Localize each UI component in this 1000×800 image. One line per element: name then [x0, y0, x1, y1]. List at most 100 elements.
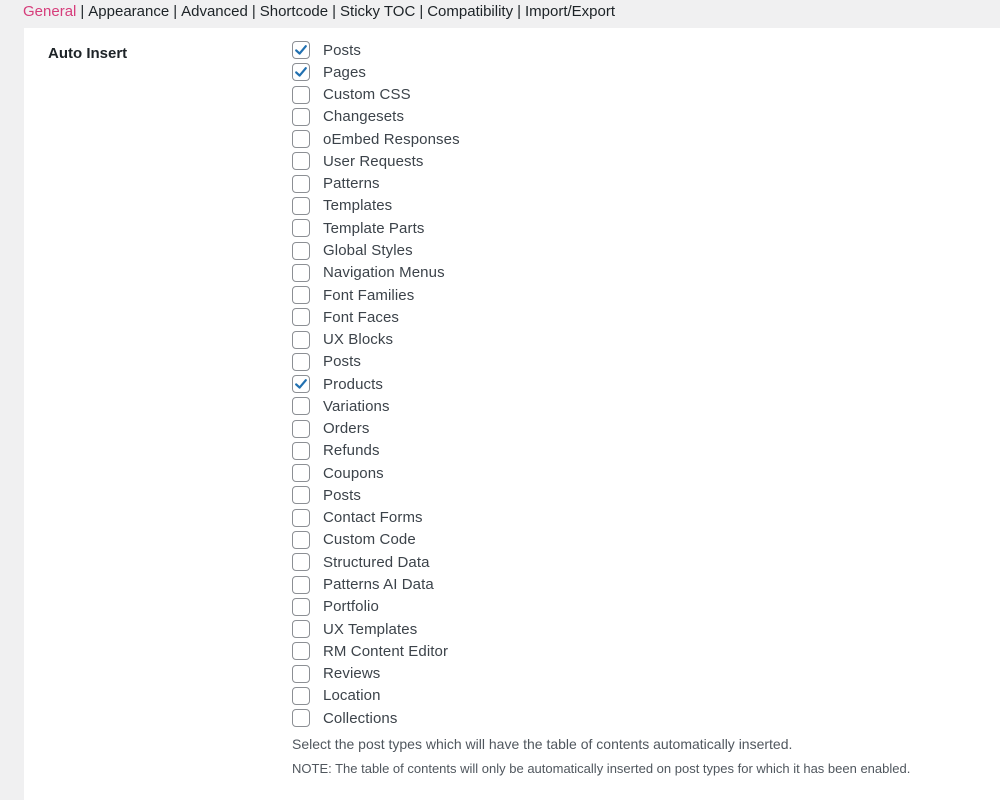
checkbox[interactable]: [292, 196, 310, 215]
checkbox[interactable]: [292, 41, 310, 60]
auto-insert-option: Structured Data: [292, 551, 460, 573]
checkbox[interactable]: [292, 441, 310, 460]
auto-insert-option: Navigation Menus: [292, 262, 460, 284]
auto-insert-option: Changesets: [292, 106, 460, 128]
option-label[interactable]: UX Templates: [323, 621, 417, 638]
option-label[interactable]: Structured Data: [323, 554, 430, 571]
tab-separator: |: [517, 3, 521, 20]
tab-advanced[interactable]: Advanced: [181, 3, 248, 20]
auto-insert-option: Patterns: [292, 173, 460, 195]
option-label[interactable]: Products: [323, 376, 383, 393]
option-label[interactable]: Coupons: [323, 465, 384, 482]
settings-tabs: General | Appearance | Advanced | Shortcode | St…: [23, 3, 615, 21]
auto-insert-description: Select the post types which will have th…: [292, 736, 793, 752]
option-label[interactable]: Collections: [323, 710, 397, 727]
option-label[interactable]: Template Parts: [323, 220, 424, 237]
auto-insert-option: Font Families: [292, 284, 460, 306]
checkbox[interactable]: [292, 241, 310, 260]
checkbox[interactable]: [292, 263, 310, 282]
tab-appearance[interactable]: Appearance: [88, 3, 169, 20]
tab-separator: |: [251, 3, 256, 20]
auto-insert-option: Custom CSS: [292, 84, 460, 106]
option-label[interactable]: Posts: [323, 487, 361, 504]
checkbox[interactable]: [292, 308, 310, 327]
checkbox[interactable]: [292, 352, 310, 371]
checkbox[interactable]: [292, 286, 310, 305]
auto-insert-label: Auto Insert: [48, 45, 128, 62]
tab-import-export[interactable]: Import/Export: [525, 3, 615, 20]
auto-insert-option: Location: [292, 685, 460, 707]
checkbox[interactable]: [292, 107, 310, 126]
checkbox[interactable]: [292, 642, 310, 661]
option-label[interactable]: Changesets: [323, 108, 404, 125]
auto-insert-option: Font Faces: [292, 306, 460, 328]
checkmark-icon: [295, 379, 307, 389]
tab-shortcode[interactable]: Shortcode: [260, 3, 328, 20]
auto-insert-option: Reviews: [292, 662, 460, 684]
option-label[interactable]: Font Faces: [323, 309, 399, 326]
checkbox[interactable]: [292, 709, 310, 728]
checkbox[interactable]: [292, 530, 310, 549]
option-label[interactable]: Location: [323, 687, 381, 704]
checkbox[interactable]: [292, 85, 310, 104]
checkmark-icon: [295, 45, 307, 55]
checkbox[interactable]: [292, 419, 310, 438]
auto-insert-option: Variations: [292, 395, 460, 417]
option-label[interactable]: Orders: [323, 420, 369, 437]
auto-insert-note: NOTE: The table of contents will only be…: [292, 761, 911, 776]
option-label[interactable]: Font Families: [323, 287, 414, 304]
checkbox[interactable]: [292, 219, 310, 238]
tab-separator: |: [419, 3, 424, 20]
option-label[interactable]: Portfolio: [323, 598, 379, 615]
tab-sticky-toc[interactable]: Sticky TOC: [340, 3, 415, 20]
auto-insert-option: Custom Code: [292, 529, 460, 551]
auto-insert-option: Posts: [292, 351, 460, 373]
option-label[interactable]: Contact Forms: [323, 509, 423, 526]
option-label[interactable]: Variations: [323, 398, 390, 415]
checkbox[interactable]: [292, 664, 310, 683]
option-label[interactable]: User Requests: [323, 153, 424, 170]
auto-insert-options: Posts Pages Custom CSS Changesets oEmbed Res…: [292, 39, 460, 729]
option-label[interactable]: Posts: [323, 353, 361, 370]
checkbox[interactable]: [292, 130, 310, 149]
checkbox[interactable]: [292, 508, 310, 527]
tab-separator: |: [80, 3, 85, 20]
auto-insert-option: Patterns AI Data: [292, 573, 460, 595]
auto-insert-option: Template Parts: [292, 217, 460, 239]
tab-compatibility[interactable]: Compatibility: [427, 3, 513, 20]
checkbox[interactable]: [292, 174, 310, 193]
auto-insert-option: Pages: [292, 61, 460, 83]
option-label[interactable]: RM Content Editor: [323, 643, 448, 660]
checkbox[interactable]: [292, 686, 310, 705]
auto-insert-option: Refunds: [292, 440, 460, 462]
option-label[interactable]: Refunds: [323, 442, 380, 459]
checkbox[interactable]: [292, 486, 310, 505]
checkbox[interactable]: [292, 330, 310, 349]
tab-separator: |: [332, 3, 337, 20]
checkbox[interactable]: [292, 620, 310, 639]
option-label[interactable]: Templates: [323, 197, 392, 214]
option-label[interactable]: Reviews: [323, 665, 380, 682]
option-label[interactable]: Global Styles: [323, 242, 413, 259]
auto-insert-option: Contact Forms: [292, 507, 460, 529]
checkbox[interactable]: [292, 152, 310, 171]
option-label[interactable]: Custom Code: [323, 531, 416, 548]
checkbox[interactable]: [292, 63, 310, 82]
option-label[interactable]: Patterns: [323, 175, 380, 192]
option-label[interactable]: Patterns AI Data: [323, 576, 434, 593]
checkbox[interactable]: [292, 397, 310, 416]
checkbox[interactable]: [292, 553, 310, 572]
checkbox[interactable]: [292, 375, 310, 394]
tab-general[interactable]: General: [23, 3, 76, 20]
option-label[interactable]: Pages: [323, 64, 366, 81]
auto-insert-option: Global Styles: [292, 239, 460, 261]
checkbox[interactable]: [292, 597, 310, 616]
option-label[interactable]: UX Blocks: [323, 331, 393, 348]
checkbox[interactable]: [292, 575, 310, 594]
auto-insert-option: Products: [292, 373, 460, 395]
option-label[interactable]: Custom CSS: [323, 86, 411, 103]
option-label[interactable]: Posts: [323, 42, 361, 59]
option-label[interactable]: oEmbed Responses: [323, 131, 460, 148]
checkbox[interactable]: [292, 464, 310, 483]
option-label[interactable]: Navigation Menus: [323, 264, 445, 281]
